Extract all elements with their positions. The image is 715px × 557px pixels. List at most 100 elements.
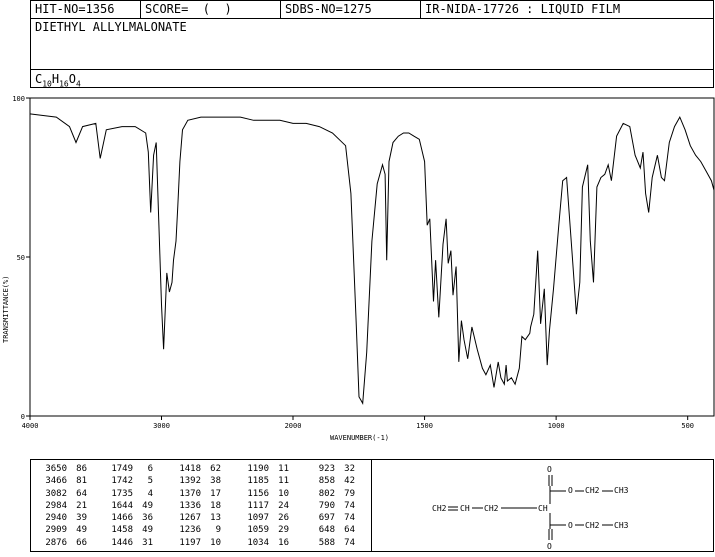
peak-transmittance: 11 (278, 464, 289, 474)
x-tick-label: 4000 (22, 422, 39, 430)
peak-wavenumber: 697 (318, 513, 335, 524)
peak-row: 1735 4 (103, 488, 153, 500)
peak-transmittance: 38 (210, 476, 221, 487)
structure-panel: O O CH2 CH3 CH2 CH CH2 CH O CH2 CH3 O (372, 459, 714, 552)
peak-row: 1466 36 (103, 512, 153, 524)
peak-wavenumber: 648 (318, 525, 335, 536)
peak-row: 3466 81 (37, 475, 87, 487)
peak-wavenumber: 1190 (247, 464, 269, 474)
x-tick-label: 1000 (548, 422, 565, 430)
peak-transmittance: 31 (142, 537, 153, 548)
peak-wavenumber: 588 (318, 537, 335, 548)
peak-table: 3650 86 3466 81 3082 64 2984 21 2940 39 2909 49 2876… (30, 459, 372, 552)
ir-info: IR-NIDA-17726 : LIQUID FILM (425, 2, 621, 16)
peak-transmittance: 86 (76, 464, 87, 474)
peak-transmittance: 64 (344, 525, 355, 536)
peak-row: 1370 17 (171, 488, 221, 500)
peak-row: 1418 62 (171, 463, 221, 475)
peak-wavenumber: 1097 (247, 513, 269, 524)
y-ticks: 0 50 100 (12, 95, 30, 421)
peak-row: 1185 11 (239, 475, 289, 487)
peak-wavenumber: 1197 (179, 537, 201, 548)
peak-wavenumber: 3650 (45, 464, 67, 474)
peak-row: 2984 21 (37, 500, 87, 512)
chain-ch2-mid: CH2 (484, 504, 499, 513)
ester-ch2-bottom: CH2 (585, 521, 600, 530)
y-tick-label: 50 (17, 254, 25, 262)
peak-transmittance: 10 (278, 488, 289, 499)
carbonyl-o-top: O (547, 465, 552, 474)
peak-row: 1392 38 (171, 475, 221, 487)
peak-transmittance: 49 (76, 525, 87, 536)
y-tick-label: 0 (21, 413, 25, 421)
x-tick-label: 3000 (153, 422, 170, 430)
compound-name: DIETHYL ALLYLMALONATE (35, 20, 187, 34)
peak-wavenumber: 1418 (179, 464, 201, 474)
peak-wavenumber: 1156 (247, 488, 269, 499)
peak-row: 697 74 (305, 512, 355, 524)
peak-row: 1190 11 (239, 463, 289, 475)
y-axis-label: TRANSMITTANCE(%) (2, 276, 10, 343)
peak-wavenumber: 1749 (111, 464, 133, 474)
peak-transmittance: 24 (278, 500, 289, 511)
peak-column: 1749 6 1742 5 1735 4 1644 49 1466 36 1458 49 1446 31 (103, 463, 153, 549)
peak-row: 1197 10 (171, 537, 221, 549)
peak-row: 1749 6 (103, 463, 153, 475)
x-tick-label: 1500 (416, 422, 433, 430)
ester-ch3-top: CH3 (614, 486, 629, 495)
peak-transmittance: 5 (147, 476, 153, 487)
peak-transmittance: 16 (278, 537, 289, 548)
peak-wavenumber: 2940 (45, 513, 67, 524)
peak-transmittance: 32 (344, 464, 355, 474)
x-ticks: 4000 3000 2000 1500 1000 500 (22, 416, 694, 430)
peak-row: 3082 64 (37, 488, 87, 500)
peak-row: 2909 49 (37, 524, 87, 536)
spectrum-line (29, 113, 715, 405)
peak-row: 1742 5 (103, 475, 153, 487)
ester-o-bottom: O (568, 521, 573, 530)
peak-row: 588 74 (305, 537, 355, 549)
peak-transmittance: 42 (344, 476, 355, 487)
peak-wavenumber: 1117 (247, 500, 269, 511)
header-box: HIT-NO=1356 SCORE= ( ) SDBS-NO=1275 IR-N… (30, 0, 714, 88)
peak-row: 3650 86 (37, 463, 87, 475)
peak-wavenumber: 1458 (111, 525, 133, 536)
peak-transmittance: 62 (210, 464, 221, 474)
center-ch: CH (538, 504, 548, 513)
plot-frame (29, 97, 715, 417)
peak-column: 1418 62 1392 38 1370 17 1336 18 1267 13 1236 9 1197 1… (171, 463, 221, 549)
peak-wavenumber: 1236 (179, 525, 201, 536)
peak-transmittance: 17 (210, 488, 221, 499)
chain-ch: CH (460, 504, 470, 513)
ester-ch3-bottom: CH3 (614, 521, 629, 530)
peak-row: 2876 66 (37, 537, 87, 549)
x-tick-label: 500 (681, 422, 694, 430)
peak-transmittance: 18 (210, 500, 221, 511)
molecular-formula: C10H16O4 (35, 72, 81, 89)
x-axis-label: WAVENUMBER(-1) (330, 434, 389, 442)
peak-row: 1336 18 (171, 500, 221, 512)
peak-transmittance: 74 (344, 513, 355, 524)
peak-row: 1446 31 (103, 537, 153, 549)
peak-row: 858 42 (305, 475, 355, 487)
peak-transmittance: 26 (278, 513, 289, 524)
peak-transmittance: 74 (344, 500, 355, 511)
peak-transmittance: 29 (278, 525, 289, 536)
peak-row: 802 79 (305, 488, 355, 500)
peak-wavenumber: 923 (318, 464, 335, 474)
peak-transmittance: 9 (215, 525, 221, 536)
peak-transmittance: 81 (76, 476, 87, 487)
peak-column: 923 32 858 42 802 79 790 74 697 74 648 64 588 74 (305, 463, 355, 549)
peak-transmittance: 11 (278, 476, 289, 487)
peak-transmittance: 49 (142, 500, 153, 511)
peak-wavenumber: 2909 (45, 525, 67, 536)
peak-wavenumber: 1034 (247, 537, 269, 548)
peak-transmittance: 39 (76, 513, 87, 524)
peak-row: 1644 49 (103, 500, 153, 512)
chain-ch2-left: CH2 (432, 504, 447, 513)
peak-row: 1059 29 (239, 524, 289, 536)
peak-row: 648 64 (305, 524, 355, 536)
peak-wavenumber: 2984 (45, 500, 67, 511)
peak-row: 2940 39 (37, 512, 87, 524)
ester-ch2-top: CH2 (585, 486, 600, 495)
